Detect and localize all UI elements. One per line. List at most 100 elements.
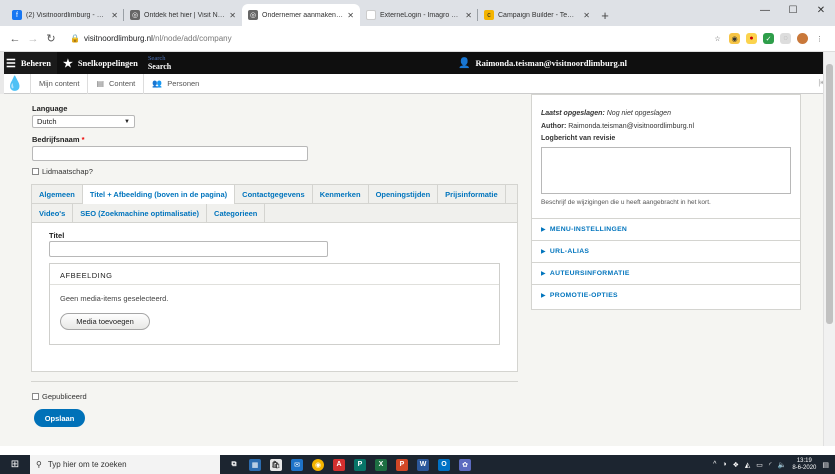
tab-categorieen[interactable]: Categorieen (207, 204, 266, 223)
toolbar-search[interactable]: Search Search (144, 52, 175, 74)
link-label: Mijn content (39, 79, 80, 88)
acrobat-icon[interactable]: A (333, 458, 345, 471)
forward-icon[interactable]: → (24, 33, 42, 45)
browser-tab[interactable]: ExterneLogin - Imagro beeld and ✕ (360, 4, 478, 26)
wifi-icon[interactable]: ◜ (769, 461, 772, 469)
back-icon[interactable]: ← (6, 33, 24, 45)
reload-icon[interactable]: ↻ (42, 32, 60, 45)
chrome-icon[interactable]: ◉ (312, 458, 324, 471)
document-icon: ▤ (96, 79, 104, 88)
page-scrollbar[interactable] (823, 52, 835, 446)
search-placeholder: Search (147, 55, 166, 62)
minimize-icon[interactable]: — (751, 0, 779, 20)
url-host: visitnoordlimburg.nl (83, 34, 153, 43)
language-select[interactable]: Dutch ▼ (32, 115, 135, 128)
time: 13:19 (796, 457, 812, 464)
shortcuts-button[interactable]: ★ Snelkoppelingen (57, 52, 144, 74)
tab-contactgegevens[interactable]: Contactgegevens (235, 185, 313, 204)
user-label: Raimonda.teisman@visitnoordlimburg.nl (475, 58, 627, 68)
close-window-icon[interactable]: ✕ (807, 0, 835, 20)
company-name-input[interactable] (32, 146, 308, 161)
date: 8-6-2020 (792, 464, 817, 471)
browser-tab-active[interactable]: ◎ Ondernemer aanmaken | Visit No ✕ (242, 4, 360, 26)
user-menu[interactable]: 👤 Raimonda.teisman@visitnoordlimburg.nl (458, 52, 627, 74)
new-tab-button[interactable]: + (596, 4, 614, 26)
title-input[interactable] (49, 241, 328, 257)
star-icon[interactable]: ☆ (712, 33, 723, 44)
close-tab-icon[interactable]: ✕ (465, 11, 472, 20)
membership-checkbox[interactable]: Lidmaatschap? (32, 167, 93, 176)
search-placeholder: Typ hier om te zoeken (47, 460, 127, 469)
tab-videos[interactable]: Video's (32, 204, 74, 223)
network-icon[interactable]: ◭ (745, 461, 750, 469)
battery-icon[interactable]: ▭ (756, 461, 763, 469)
teams-icon[interactable]: ✿ (459, 458, 471, 471)
checkbox-box[interactable] (32, 393, 39, 400)
close-tab-icon[interactable]: ✕ (583, 11, 590, 20)
browser-tab[interactable]: f (2) Visitnoordlimburg - Startpagi ✕ (6, 4, 124, 26)
windows-start-icon[interactable]: ⊞ (0, 459, 30, 470)
clock[interactable]: 13:19 8-6-2020 (792, 458, 816, 472)
extension-icon[interactable]: ✓ (763, 33, 774, 44)
volume-icon[interactable]: 🔈 (778, 461, 787, 469)
admin-toolbar: ☰ Beheren ★ Snelkoppelingen Search Searc… (0, 52, 835, 74)
my-content-link[interactable]: Mijn content (30, 73, 87, 94)
tab-prijsinformatie[interactable]: Prijsinformatie (438, 185, 506, 204)
tray-icon[interactable]: ◑ (722, 461, 726, 468)
close-tab-icon[interactable]: ✕ (347, 11, 354, 20)
tab-openingstijden[interactable]: Openingstijden (369, 185, 439, 204)
tab-titel-afbeelding[interactable]: Titel + Afbeelding (boven in de pagina) (82, 185, 236, 204)
browser-tab[interactable]: ◎ Ontdek het hier | Visit Noord-Lim ✕ (124, 4, 242, 26)
accordion-author-info[interactable]: ▶ AUTEURSINFORMATIE (532, 262, 800, 284)
mail-icon[interactable]: ✉ (291, 458, 303, 471)
accordion-url-alias[interactable]: ▶ URL-ALIAS (532, 240, 800, 262)
user-icon: 👤 (458, 57, 471, 69)
accordion-label: URL-ALIAS (549, 248, 590, 255)
content-link[interactable]: ▤ Content (87, 73, 143, 94)
browser-tab[interactable]: c Campaign Builder - Template De ✕ (478, 4, 596, 26)
extension-icon[interactable]: ◉ (729, 33, 740, 44)
accordion-promotion-options[interactable]: ▶ PROMOTIE-OPTIES (532, 284, 800, 306)
published-checkbox[interactable]: Gepubliceerd (32, 392, 87, 401)
store-icon[interactable]: 🛍 (270, 458, 282, 471)
task-view-icon[interactable]: ⧉ (228, 459, 240, 471)
notifications-icon[interactable]: ▤ (822, 461, 829, 469)
powerpoint-icon[interactable]: P (396, 458, 408, 471)
close-tab-icon[interactable]: ✕ (229, 11, 236, 20)
publisher-icon[interactable]: P (354, 458, 366, 471)
accordion-menu-settings[interactable]: ▶ MENU-INSTELLINGEN (532, 218, 800, 240)
company-name-label: Bedrijfsnaam * (32, 135, 85, 144)
app-icon[interactable]: ▦ (249, 458, 261, 471)
tray-icon[interactable]: ❖ (733, 461, 739, 469)
extension-icon[interactable]: ● (746, 33, 757, 44)
close-tab-icon[interactable]: ✕ (111, 11, 118, 20)
manage-label: Beheren (20, 58, 51, 68)
outlook-icon[interactable]: O (438, 458, 450, 471)
menu-icon[interactable]: ⋮ (814, 33, 825, 44)
globe-icon: ◎ (130, 10, 140, 20)
tab-kenmerken[interactable]: Kenmerken (313, 185, 369, 204)
tab-seo[interactable]: SEO (Zoekmachine optimalisatie) (73, 204, 208, 223)
drupal-logo-icon[interactable]: 💧 (0, 75, 30, 92)
save-button[interactable]: Opslaan (34, 409, 85, 427)
manage-button[interactable]: ☰ Beheren (0, 52, 57, 74)
maximize-icon[interactable]: ☐ (779, 0, 807, 20)
excel-icon[interactable]: X (375, 458, 387, 471)
url-input[interactable]: 🔒 visitnoordlimburg.nl/nl/node/add/compa… (66, 30, 712, 48)
page-icon (366, 10, 376, 20)
extension-icon[interactable]: ◌ (780, 33, 791, 44)
tab-algemeen[interactable]: Algemeen (32, 185, 83, 204)
author: Author: Raimonda.teisman@visitnoordlimbu… (541, 123, 694, 130)
word-icon[interactable]: W (417, 458, 429, 471)
scrollbar-thumb[interactable] (826, 64, 833, 324)
title-label: Titel (49, 231, 65, 240)
chevron-up-icon[interactable]: ^ (713, 461, 716, 468)
people-link[interactable]: 👥 Personen (143, 73, 207, 94)
revision-log-textarea[interactable] (541, 147, 791, 194)
hamburger-icon: ☰ (6, 57, 16, 70)
add-media-button[interactable]: Media toevoegen (60, 313, 150, 330)
checkbox-box[interactable] (32, 168, 39, 175)
taskbar-search[interactable]: ⚲ Typ hier om te zoeken (30, 455, 220, 474)
tab-title: ExterneLogin - Imagro beeld and (380, 11, 461, 19)
profile-avatar[interactable] (797, 33, 808, 44)
